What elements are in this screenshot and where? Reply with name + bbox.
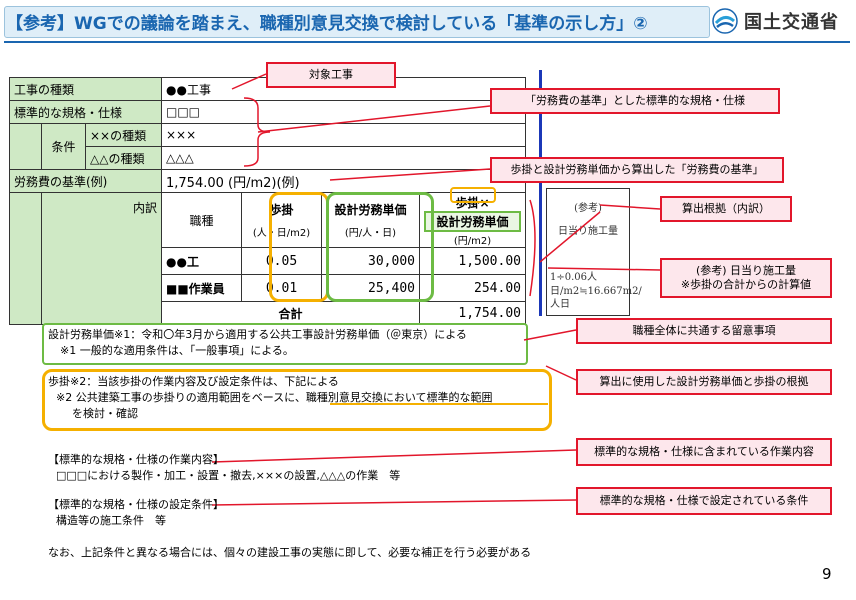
footer-note: なお、上記条件と異なる場合には、個々の建設工事の実態に即して、必要な補正を行う必…	[48, 546, 532, 559]
wage-note-line1: 設計労務単価※1：令和〇年3月から適用する公共工事設計労務単価（＠東京）による	[48, 328, 467, 341]
rate-note-line2: ※2 公共建築工事の歩掛りの適用範囲をベースに、職種別意見交換において標準的な範…	[56, 391, 493, 404]
callout-reference-line2: ※歩掛の合計からの計算値	[680, 278, 812, 291]
wage-note-line2: ※1 一般的な適用条件は、「一般事項」による。	[60, 344, 294, 357]
rate-note-line1: 歩掛※2：当該歩掛の作業内容及び設定条件は、下記による	[48, 375, 339, 388]
conditions-title: 【標準的な規格・仕様の設定条件】	[48, 498, 224, 511]
callout-reference: (参考) 日当り施工量 ※歩掛の合計からの計算値	[660, 258, 832, 298]
callout-breakdown: 算出根拠（内訳）	[660, 196, 792, 222]
callout-labor-standard: 歩掛と設計労務単価から算出した「労務費の基準」	[490, 157, 784, 183]
page-number: 9	[822, 565, 832, 583]
callout-conditions: 標準的な規格・仕様で設定されている条件	[576, 487, 832, 515]
callout-target-work: 対象工事	[266, 62, 396, 88]
conditions-body: 構造等の施工条件 等	[56, 514, 166, 527]
work-content-body: □□□における製作・加工・設置・撤去,×××の設置,△△△の作業 等	[56, 469, 401, 482]
callout-reference-line1: (参考) 日当り施工量	[695, 264, 797, 278]
rate-note-line3: を検討・確認	[72, 407, 138, 420]
callout-common-notes: 職種全体に共通する留意事項	[576, 318, 832, 344]
callout-standard-spec: 「労務費の基準」とした標準的な規格・仕様	[490, 88, 780, 114]
callout-work-content: 標準的な規格・仕様に含まれている作業内容	[576, 438, 832, 466]
work-content-title: 【標準的な規格・仕様の作業内容】	[48, 453, 224, 466]
callout-basis: 算出に使用した設計労務単価と歩掛の根拠	[576, 369, 832, 395]
